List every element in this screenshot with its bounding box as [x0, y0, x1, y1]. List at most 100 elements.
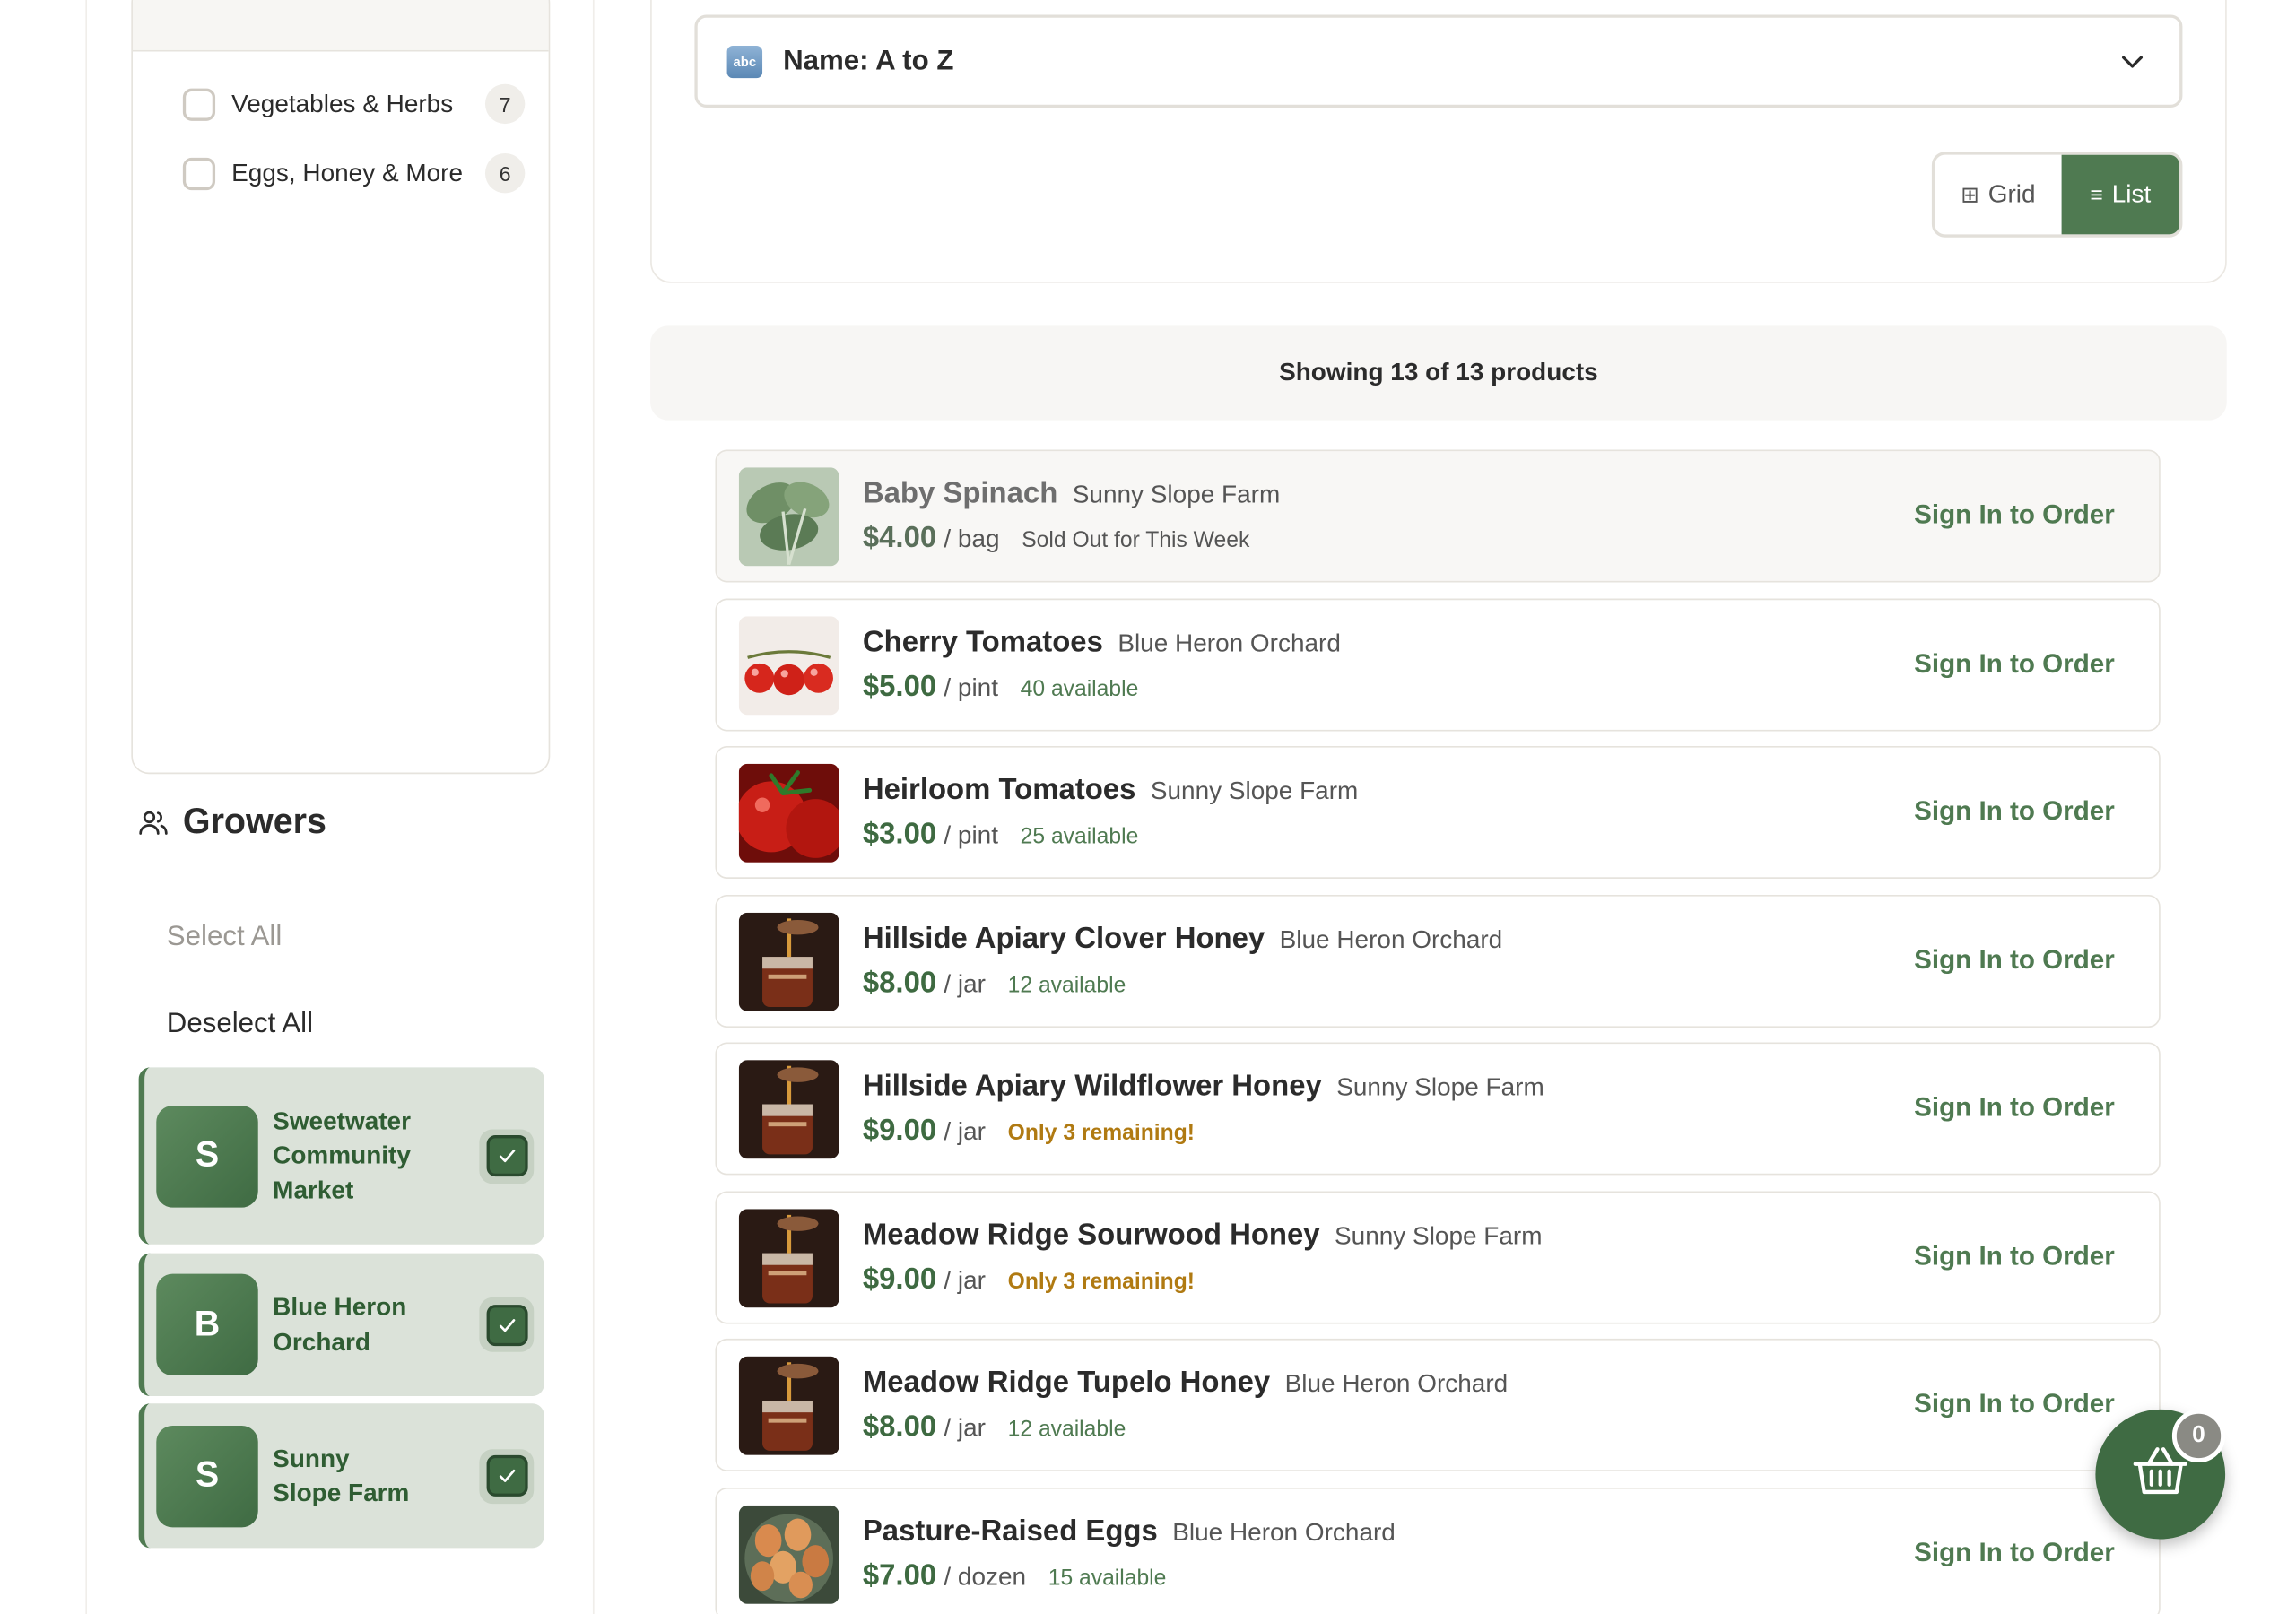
product-row-baby-spinach: Baby Spinach Sunny Slope Farm $4.00 / ba… [715, 449, 2161, 583]
product-row-pasture-raised-eggs: Pasture-Raised Eggs Blue Heron Orchard $… [715, 1487, 2161, 1614]
list-icon: ≡ [2090, 182, 2103, 208]
product-image-cherry-tomatoes [738, 616, 839, 716]
grower-name: Sunny Slope Farm [273, 1444, 410, 1507]
product-farm: Blue Heron Orchard [1279, 925, 1503, 954]
grower-option-sweetwater-community-market[interactable]: S Sweetwater Community Market [138, 1067, 544, 1245]
sign-in-to-order-link[interactable]: Sign In to Order [1914, 796, 2115, 828]
grid-icon: ⊞ [1961, 182, 1979, 208]
grower-checkbox-checked[interactable] [479, 1448, 535, 1504]
sort-select[interactable]: abc Name: A to Z [694, 14, 2183, 108]
category-count-badge: 6 [484, 152, 526, 194]
product-availability: Sold Out for This Week [1022, 527, 1250, 553]
category-option-vegetables-herbs[interactable]: Vegetables & Herbs 7 [182, 83, 526, 125]
category-filter-card: Vegetables & Herbs 7 Eggs, Honey & More … [131, 0, 551, 775]
product-name: Meadow Ridge Sourwood Honey [862, 1219, 1320, 1252]
results-summary: Showing 13 of 13 products [650, 325, 2227, 421]
category-checkbox[interactable] [182, 87, 216, 121]
product-row-cherry-tomatoes: Cherry Tomatoes Blue Heron Orchard $5.00… [715, 598, 2161, 732]
category-label: Vegetables & Herbs [231, 89, 454, 117]
results-count-text: Showing 13 of 13 products [1279, 358, 1598, 386]
product-availability: 12 available [1007, 1417, 1126, 1443]
grower-avatar: B [156, 1273, 258, 1376]
page: Vegetables & Herbs 7 Eggs, Honey & More … [0, 0, 2296, 1614]
grid-view-button[interactable]: ⊞ Grid [1935, 155, 2061, 235]
product-name: Baby Spinach [862, 477, 1058, 510]
grower-name: Sweetwater Community Market [273, 1106, 411, 1204]
product-name: Cherry Tomatoes [862, 626, 1103, 659]
product-row-sourwood-honey: Meadow Ridge Sourwood Honey Sunny Slope … [715, 1191, 2161, 1324]
growers-title: Growers [182, 802, 326, 842]
select-all-growers-link[interactable]: Select All [167, 922, 283, 954]
product-name: Hillside Apiary Wildflower Honey [862, 1070, 1322, 1103]
grower-option-sunny-slope-farm[interactable]: S Sunny Slope Farm [138, 1403, 544, 1549]
product-image-spinach [738, 467, 839, 567]
product-price: $7.00 [862, 1559, 937, 1592]
sort-selected-value: Name: A to Z [783, 45, 954, 76]
sign-in-to-order-link[interactable]: Sign In to Order [1914, 1092, 2115, 1124]
sign-in-to-order-link[interactable]: Sign In to Order [1914, 499, 2115, 531]
product-image-honey-jar [738, 1356, 839, 1455]
sign-in-to-order-link[interactable]: Sign In to Order [1914, 1241, 2115, 1272]
grid-view-label: Grid [1987, 179, 2036, 208]
check-icon [485, 1135, 527, 1177]
product-name: Meadow Ridge Tupelo Honey [862, 1367, 1271, 1400]
product-price: $9.00 [862, 1263, 937, 1297]
product-low-stock-warning: Only 3 remaining! [1007, 1269, 1195, 1295]
product-price: $8.00 [862, 967, 937, 1000]
category-option-eggs-honey-more[interactable]: Eggs, Honey & More 6 [182, 152, 526, 194]
grower-checkbox-checked[interactable] [479, 1128, 535, 1184]
category-count-badge: 7 [484, 83, 526, 125]
sign-in-to-order-link[interactable]: Sign In to Order [1914, 945, 2115, 976]
cart-count-badge: 0 [2171, 1409, 2226, 1463]
product-farm: Sunny Slope Farm [1336, 1072, 1544, 1102]
product-unit: / jar [944, 969, 986, 999]
product-name: Pasture-Raised Eggs [862, 1515, 1158, 1549]
product-farm: Sunny Slope Farm [1072, 481, 1281, 509]
view-toggle: ⊞ Grid ≡ List [1931, 152, 2183, 238]
filter-sidebar: Vegetables & Herbs 7 Eggs, Honey & More … [85, 0, 595, 1614]
product-unit: / pint [944, 673, 998, 702]
product-availability: 40 available [1020, 676, 1139, 702]
product-unit: / jar [944, 1413, 986, 1443]
product-farm: Sunny Slope Farm [1335, 1222, 1543, 1251]
list-view-label: List [2111, 179, 2152, 208]
list-view-button[interactable]: ≡ List [2061, 154, 2180, 235]
product-farm: Blue Heron Orchard [1284, 1369, 1509, 1398]
sign-in-to-order-link[interactable]: Sign In to Order [1914, 648, 2115, 680]
product-price: $3.00 [862, 818, 937, 851]
product-price: $8.00 [862, 1410, 937, 1444]
grower-avatar: S [156, 1105, 258, 1207]
grower-name: Blue Heron Orchard [273, 1293, 407, 1356]
product-image-honey-jar [738, 912, 839, 1011]
product-price: $9.00 [862, 1115, 937, 1148]
product-availability: 25 available [1020, 824, 1139, 850]
product-price: $5.00 [862, 671, 937, 704]
grower-checkbox-checked[interactable] [479, 1297, 535, 1352]
check-icon [485, 1454, 527, 1497]
product-row-tupelo-honey: Meadow Ridge Tupelo Honey Blue Heron Orc… [715, 1338, 2161, 1471]
sign-in-to-order-link[interactable]: Sign In to Order [1914, 1538, 2115, 1569]
product-row-wildflower-honey: Hillside Apiary Wildflower Honey Sunny S… [715, 1042, 2161, 1176]
check-icon [485, 1304, 527, 1346]
product-unit: / bag [944, 525, 1000, 553]
deselect-all-growers-link[interactable]: Deselect All [167, 1009, 313, 1041]
product-availability: 12 available [1007, 973, 1126, 999]
product-farm: Blue Heron Orchard [1172, 1518, 1396, 1547]
grower-option-blue-heron-orchard[interactable]: B Blue Heron Orchard [138, 1253, 544, 1397]
product-unit: / dozen [944, 1562, 1027, 1592]
category-checkbox[interactable] [182, 157, 216, 190]
grower-avatar: S [156, 1425, 258, 1527]
category-label: Eggs, Honey & More [231, 158, 464, 187]
product-farm: Sunny Slope Farm [1150, 777, 1359, 805]
product-unit: / jar [944, 1117, 986, 1146]
product-image-eggs [738, 1505, 839, 1604]
product-row-clover-honey: Hillside Apiary Clover Honey Blue Heron … [715, 895, 2161, 1028]
product-price: $4.00 [862, 522, 937, 555]
product-low-stock-warning: Only 3 remaining! [1007, 1120, 1195, 1146]
product-farm: Blue Heron Orchard [1118, 629, 1341, 658]
product-image-heirloom-tomatoes [738, 763, 839, 863]
product-row-heirloom-tomatoes: Heirloom Tomatoes Sunny Slope Farm $3.00… [715, 745, 2161, 879]
product-unit: / jar [944, 1266, 986, 1295]
users-icon [137, 806, 170, 838]
sign-in-to-order-link[interactable]: Sign In to Order [1914, 1389, 2115, 1420]
